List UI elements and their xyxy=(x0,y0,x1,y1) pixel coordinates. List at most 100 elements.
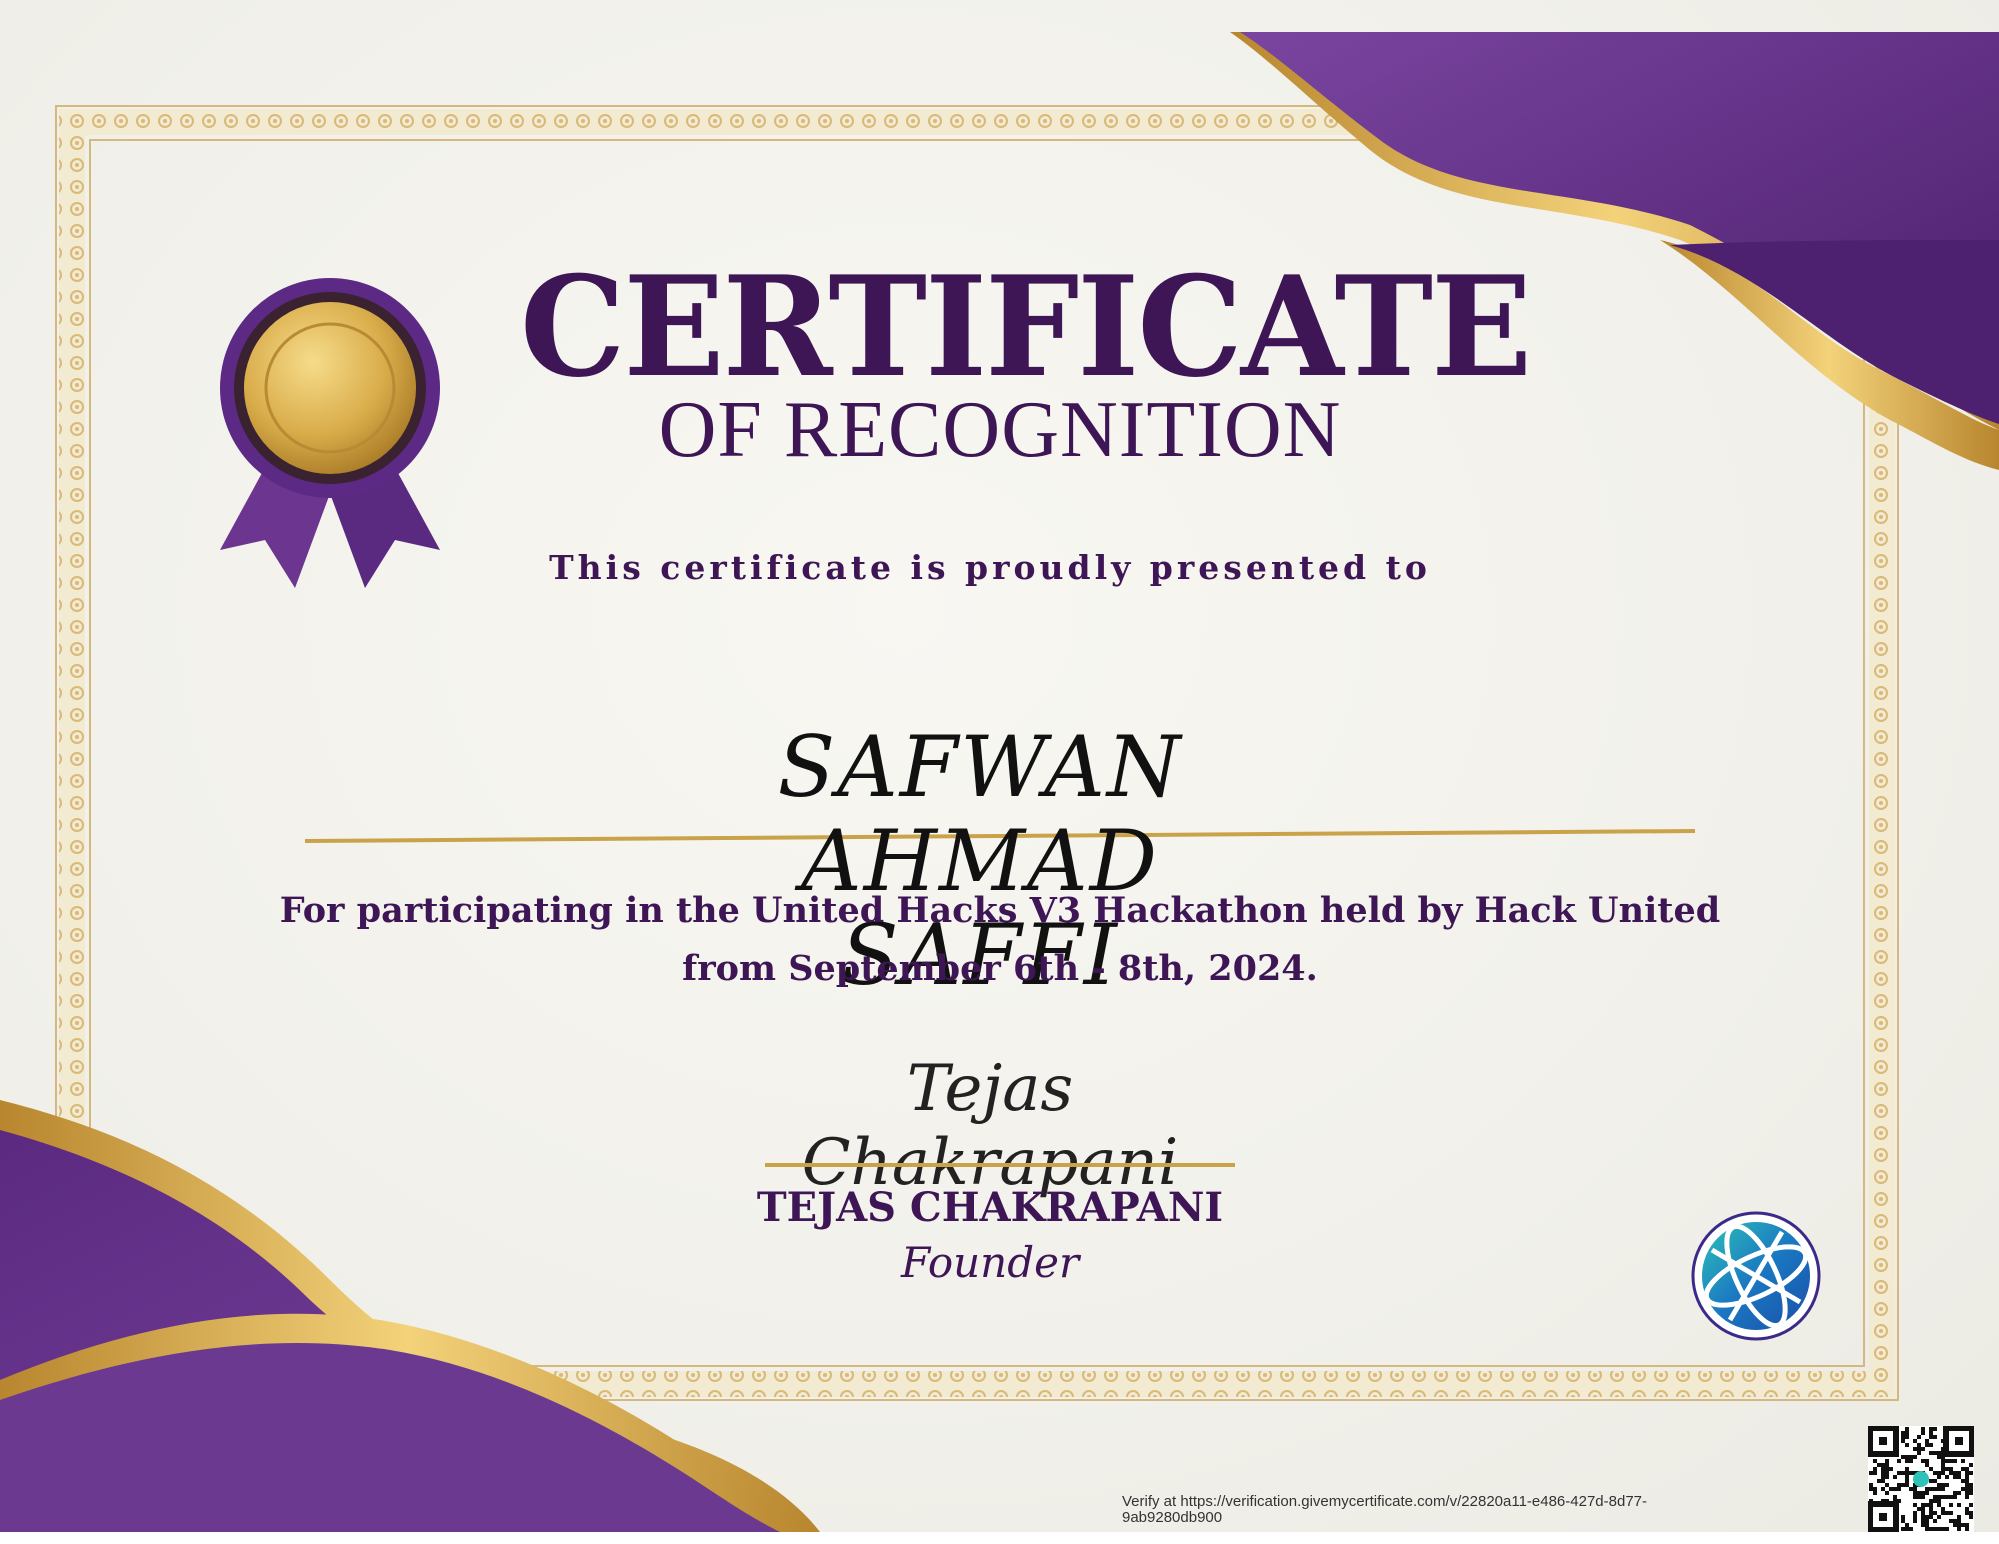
qr-module xyxy=(1905,1467,1909,1471)
qr-module xyxy=(1929,1499,1933,1503)
qr-module xyxy=(1905,1435,1909,1439)
qr-module xyxy=(1949,1503,1953,1507)
qr-module xyxy=(1905,1483,1909,1487)
qr-module xyxy=(1905,1479,1909,1483)
qr-module xyxy=(1933,1511,1937,1515)
qr-module xyxy=(1953,1523,1957,1527)
qr-module xyxy=(1925,1439,1929,1443)
qr-module xyxy=(1905,1471,1909,1475)
qr-module xyxy=(1937,1475,1941,1479)
qr-module xyxy=(1885,1471,1889,1475)
qr-module xyxy=(1965,1483,1969,1487)
qr-module xyxy=(1945,1475,1949,1479)
qr-module xyxy=(1933,1471,1937,1475)
qr-module xyxy=(1965,1467,1969,1471)
qr-module xyxy=(1929,1507,1933,1511)
qr-module xyxy=(1929,1511,1933,1515)
qr-module xyxy=(1885,1463,1889,1467)
qr-module xyxy=(1877,1463,1881,1467)
qr-module xyxy=(1933,1451,1937,1455)
qr-module xyxy=(1913,1455,1917,1459)
qr-module xyxy=(1969,1487,1973,1491)
qr-module xyxy=(1933,1499,1937,1503)
qr-module xyxy=(1957,1503,1961,1507)
qr-module xyxy=(1969,1491,1973,1495)
qr-module xyxy=(1953,1495,1957,1499)
qr-module xyxy=(1937,1471,1941,1475)
qr-module xyxy=(1901,1431,1905,1435)
qr-module xyxy=(1965,1479,1969,1483)
signature-line xyxy=(765,1163,1235,1167)
qr-module xyxy=(1921,1447,1925,1451)
qr-code-icon[interactable] xyxy=(1868,1426,1974,1532)
qr-module xyxy=(1921,1459,1925,1463)
qr-module xyxy=(1969,1515,1973,1519)
qr-module xyxy=(1957,1475,1961,1479)
qr-module xyxy=(1941,1511,1945,1515)
qr-module xyxy=(1869,1487,1873,1491)
qr-module xyxy=(1941,1527,1945,1531)
qr-module xyxy=(1937,1499,1941,1503)
qr-module xyxy=(1905,1475,1909,1479)
qr-module xyxy=(1957,1471,1961,1475)
qr-module xyxy=(1881,1471,1885,1475)
qr-module xyxy=(1881,1463,1885,1467)
qr-module xyxy=(1929,1427,1933,1431)
qr-module xyxy=(1949,1471,1953,1475)
qr-module xyxy=(1937,1515,1941,1519)
qr-module xyxy=(1949,1459,1953,1463)
qr-module xyxy=(1901,1483,1905,1487)
qr-module xyxy=(1969,1503,1973,1507)
qr-module xyxy=(1901,1435,1905,1439)
qr-module xyxy=(1873,1487,1877,1491)
qr-module xyxy=(1921,1523,1925,1527)
qr-module xyxy=(1905,1455,1909,1459)
qr-module xyxy=(1945,1459,1949,1463)
qr-module xyxy=(1913,1447,1917,1451)
qr-module xyxy=(1961,1523,1965,1527)
qr-module xyxy=(1965,1487,1969,1491)
qr-module xyxy=(1941,1459,1945,1463)
qr-module xyxy=(1873,1491,1877,1495)
qr-module xyxy=(1909,1459,1913,1463)
qr-module xyxy=(1873,1467,1877,1471)
qr-module xyxy=(1965,1527,1969,1531)
qr-module xyxy=(1901,1515,1905,1519)
qr-module xyxy=(1957,1491,1961,1495)
qr-module xyxy=(1877,1479,1881,1483)
qr-module xyxy=(1949,1519,1953,1523)
qr-module xyxy=(1869,1471,1873,1475)
qr-module xyxy=(1965,1491,1969,1495)
qr-module xyxy=(1949,1467,1953,1471)
presented-to-text: This certificate is proudly presented to xyxy=(549,548,1431,587)
qr-module xyxy=(1897,1487,1901,1491)
signer-name: TEJAS CHAKRAPANI xyxy=(756,1184,1224,1231)
qr-module xyxy=(1933,1519,1937,1523)
qr-module xyxy=(1941,1471,1945,1475)
qr-module xyxy=(1909,1455,1913,1459)
qr-module xyxy=(1873,1471,1877,1475)
qr-module xyxy=(1957,1527,1961,1531)
qr-module xyxy=(1937,1483,1941,1487)
signature: Tejas Chakrapani xyxy=(801,1052,1179,1200)
qr-module xyxy=(1941,1463,1945,1467)
qr-module xyxy=(1941,1467,1945,1471)
qr-module xyxy=(1897,1459,1901,1463)
qr-module xyxy=(1961,1459,1965,1463)
qr-module xyxy=(1929,1503,1933,1507)
qr-module xyxy=(1917,1443,1921,1447)
qr-module xyxy=(1945,1527,1949,1531)
qr-module xyxy=(1921,1427,1925,1431)
certificate-subtitle: OF RECOGNITION xyxy=(658,386,1342,474)
verification-link[interactable]: Verify at https://verification.givemycer… xyxy=(1122,1494,1722,1526)
qr-module xyxy=(1889,1487,1893,1491)
qr-module xyxy=(1961,1479,1965,1483)
qr-module xyxy=(1965,1495,1969,1499)
qr-module xyxy=(1937,1487,1941,1491)
qr-module xyxy=(1921,1507,1925,1511)
qr-module xyxy=(1929,1515,1933,1519)
qr-module xyxy=(1925,1503,1929,1507)
qr-module xyxy=(1893,1475,1897,1479)
qr-module xyxy=(1921,1511,1925,1515)
qr-module xyxy=(1901,1455,1905,1459)
